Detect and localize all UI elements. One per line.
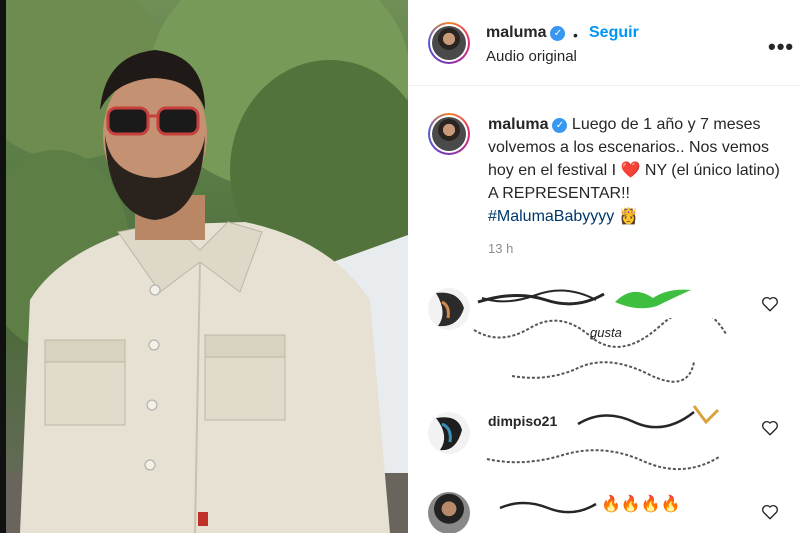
post-header: maluma ✓ • Seguir Audio original ••• <box>408 0 800 86</box>
like-heart-icon[interactable] <box>761 503 779 521</box>
comment-text-warped-2 <box>511 361 695 383</box>
comment-avatar[interactable] <box>428 412 470 454</box>
hashtag-link[interactable]: #MalumaBabyyyy <box>488 208 614 225</box>
author-avatar[interactable] <box>428 22 470 64</box>
audio-label[interactable]: Audio original <box>486 48 577 65</box>
verified-badge-icon: ✓ <box>552 118 568 133</box>
comment-word: gusta <box>590 325 622 340</box>
caption-username[interactable]: maluma <box>488 116 548 133</box>
separator-dot: • <box>573 27 578 43</box>
post-sidebar: maluma ✓ • Seguir Audio original ••• malu… <box>408 0 800 533</box>
comment-text-warped <box>577 405 720 429</box>
post-media[interactable] <box>0 0 408 533</box>
comment-avatar[interactable] <box>428 288 470 330</box>
follow-button[interactable]: Seguir <box>589 24 639 42</box>
princess-emoji: 👸 <box>618 208 639 225</box>
comment-text-warped-2 <box>486 449 720 470</box>
fire-emojis: 🔥🔥🔥🔥 <box>601 496 681 513</box>
like-heart-icon[interactable] <box>761 419 779 437</box>
red-heart-emoji: ❤️ <box>620 162 641 179</box>
comment-username[interactable]: dimpiso21 <box>488 413 557 429</box>
more-options-icon[interactable]: ••• <box>768 34 794 60</box>
post-caption: maluma ✓ Luego de 1 año y 7 meses volvemo… <box>488 113 788 228</box>
caption-avatar[interactable] <box>428 113 470 155</box>
comment-avatar[interactable] <box>428 492 470 533</box>
comment-username-warped[interactable] <box>498 494 598 516</box>
verified-badge-icon: ✓ <box>550 26 566 41</box>
comment-username-warped[interactable] <box>476 286 606 308</box>
post-timestamp[interactable]: 13 h <box>488 241 513 256</box>
person-figure <box>20 50 390 533</box>
green-leaf-emoji <box>615 289 691 309</box>
like-heart-icon[interactable] <box>761 295 779 313</box>
author-username[interactable]: maluma ✓ <box>486 24 566 42</box>
